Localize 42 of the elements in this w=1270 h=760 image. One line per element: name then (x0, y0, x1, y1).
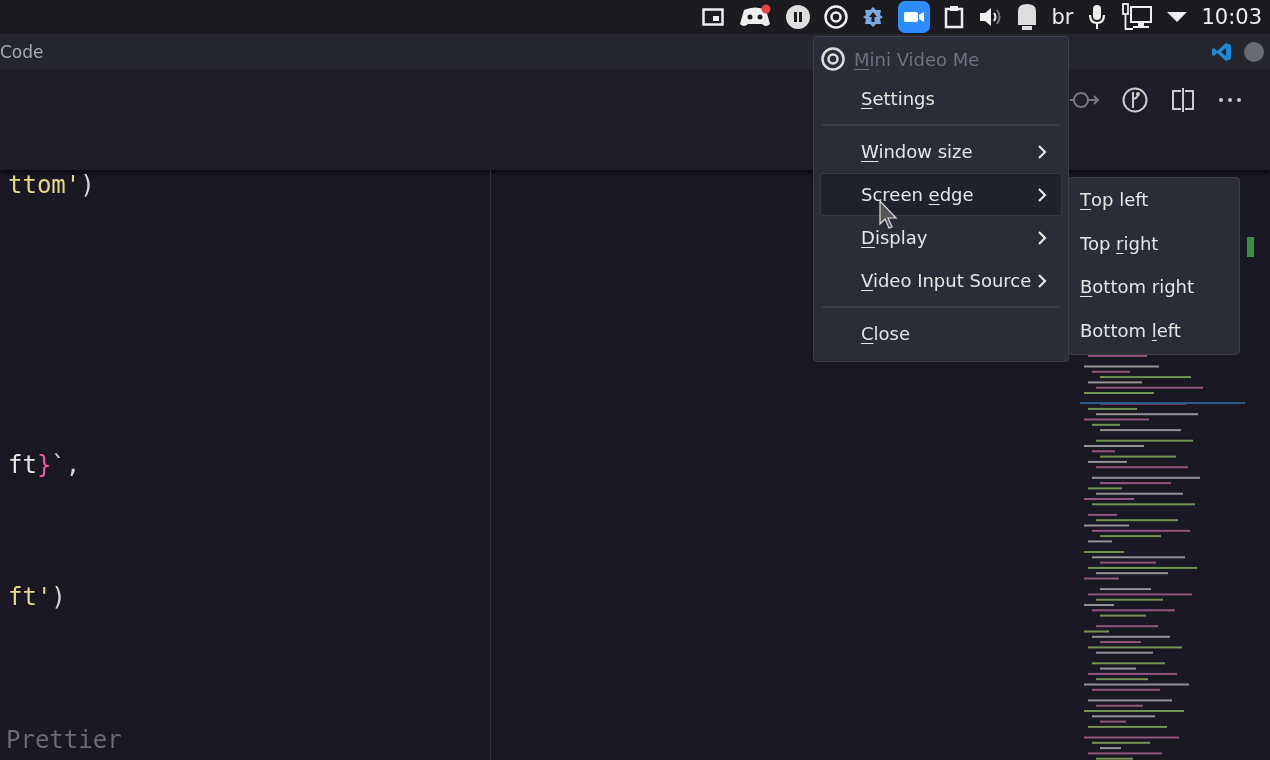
code-line: ft') (7, 582, 67, 612)
window-icon[interactable] (701, 8, 724, 26)
dropdown-arrow-icon[interactable] (1167, 11, 1188, 23)
chevron-right-icon (1037, 187, 1047, 202)
target-icon[interactable] (823, 5, 848, 29)
usb-drive-icon[interactable] (1015, 3, 1038, 31)
formatter-status: Prettier (5, 726, 123, 756)
microphone-icon[interactable] (1087, 4, 1108, 30)
menu-item[interactable]: Top right (1069, 221, 1239, 265)
change-marker (1247, 237, 1254, 257)
pause-icon[interactable] (785, 5, 810, 29)
update-icon[interactable] (861, 6, 884, 28)
code-editor-logo-icon (1212, 42, 1232, 62)
clipboard-icon[interactable] (943, 5, 964, 29)
chevron-right-icon (1037, 144, 1047, 159)
chevron-right-icon (1037, 230, 1047, 245)
keyboard-layout[interactable]: br (1051, 5, 1074, 29)
branch-circle-icon[interactable] (1122, 87, 1148, 113)
menu-item[interactable]: Bottom left (1069, 308, 1239, 352)
code-line: ttom') (7, 170, 96, 200)
menu-item[interactable]: Bottom right (1069, 265, 1239, 309)
menu-title: Mini Video Me (854, 48, 980, 70)
menu-item[interactable]: Settings (820, 77, 1062, 120)
menu-item[interactable]: Close (820, 312, 1062, 355)
mouse-pointer-icon (879, 200, 899, 230)
network-computer-icon[interactable] (1121, 3, 1154, 31)
menu-item[interactable]: Screen edge (820, 173, 1062, 216)
circle-button-icon[interactable] (1244, 42, 1264, 62)
target-icon (821, 47, 845, 71)
chevron-right-icon (1037, 273, 1047, 288)
menu-item[interactable]: Window size (820, 130, 1062, 173)
code-line: ft}`, (7, 450, 82, 480)
window-title: Code (0, 42, 44, 62)
commit-arrow-icon[interactable] (1070, 90, 1100, 110)
menu-item[interactable]: Display (820, 216, 1062, 259)
menu-item[interactable]: Top left (1069, 178, 1239, 222)
split-editor-icon[interactable] (1170, 87, 1196, 113)
speaker-icon[interactable] (977, 6, 1002, 28)
menu-item[interactable]: Video Input Source (820, 259, 1062, 302)
video-camera-icon[interactable] (897, 1, 930, 33)
more-actions-icon[interactable] (1218, 97, 1242, 103)
clock: 10:03 (1201, 5, 1262, 29)
